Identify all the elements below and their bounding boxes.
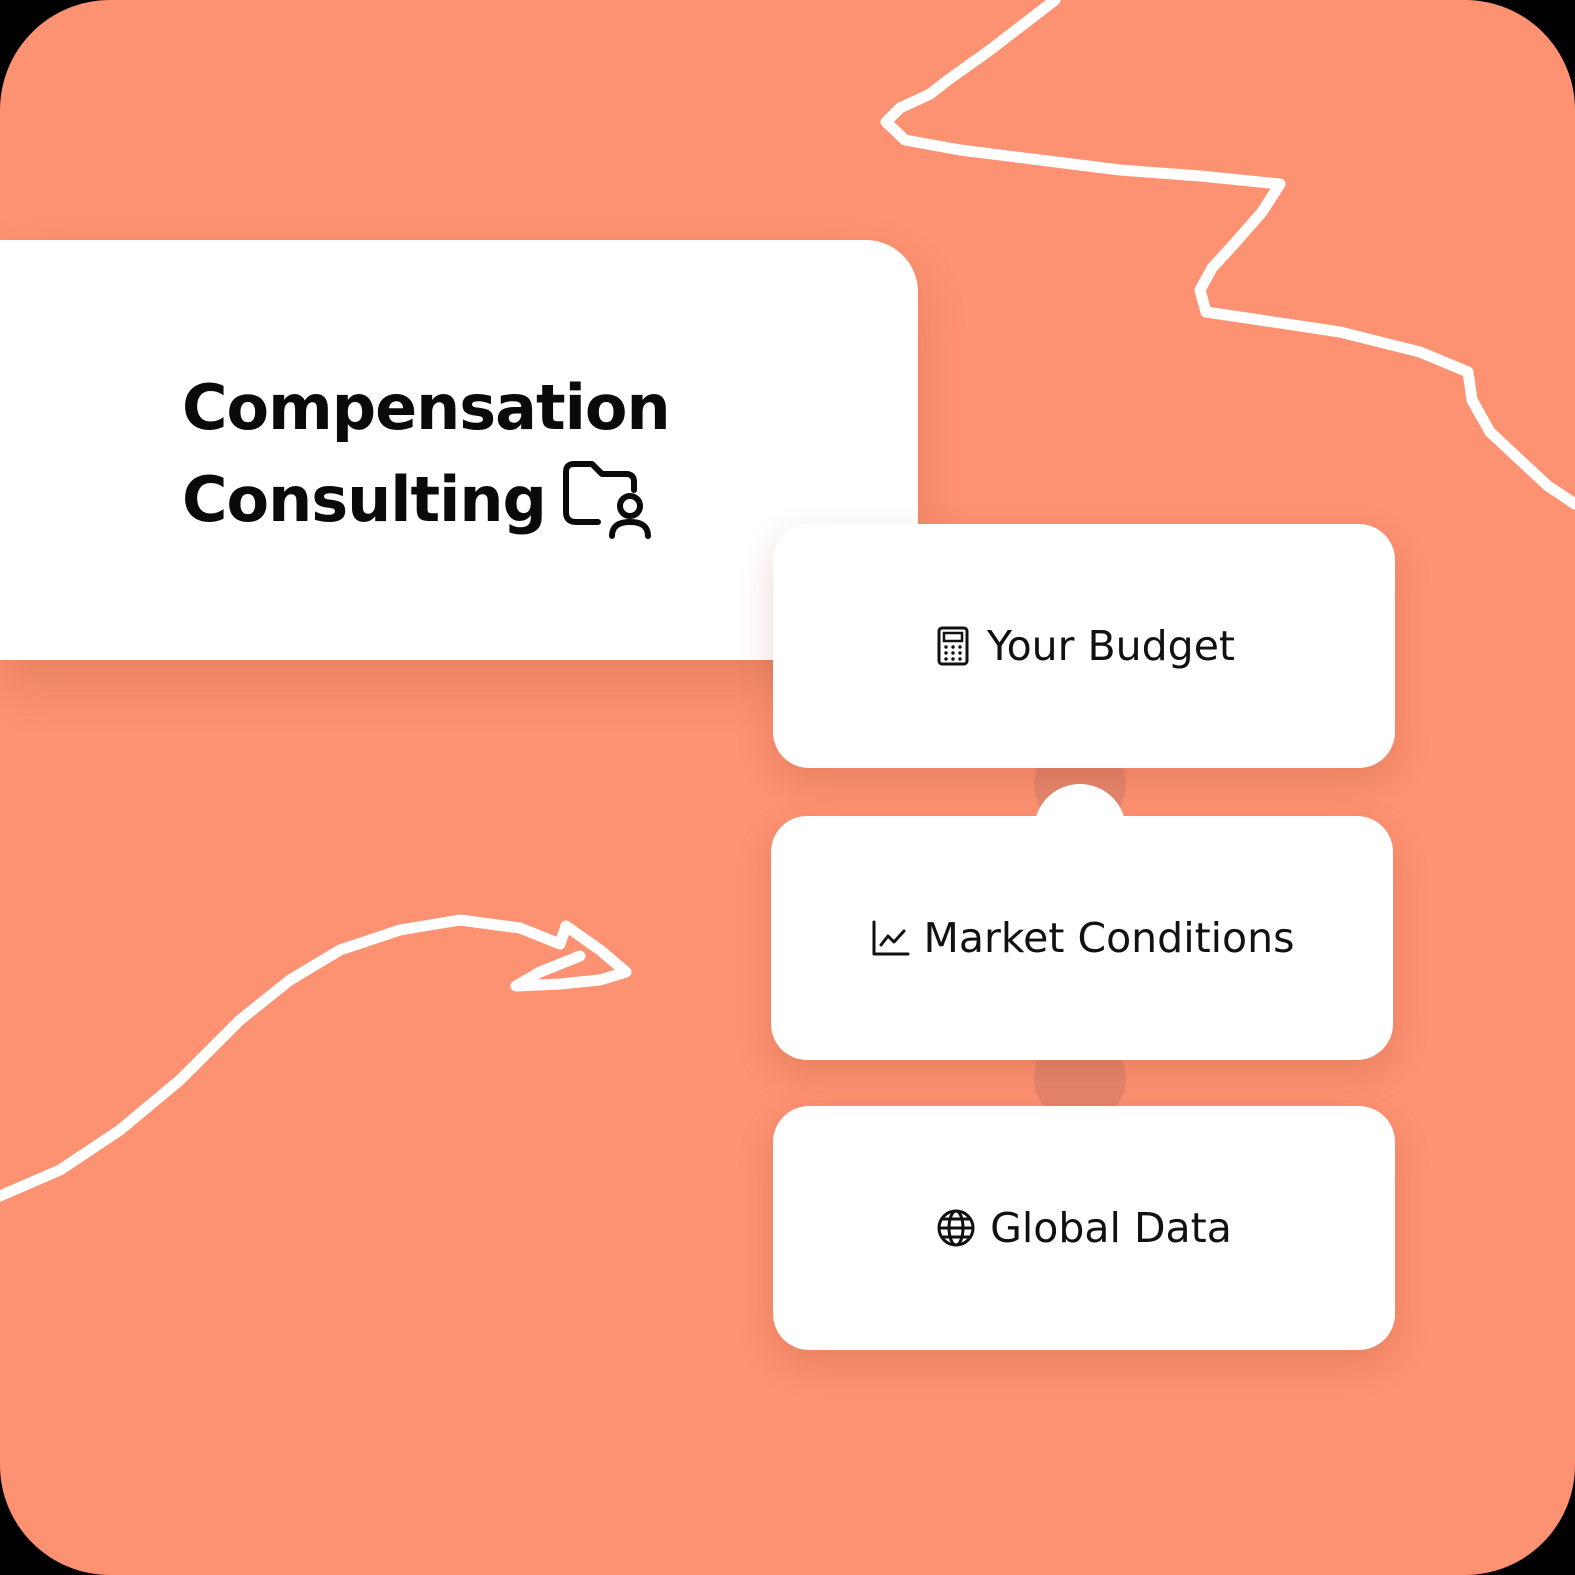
calculator-icon <box>937 626 969 666</box>
top-right-scribble <box>880 0 1575 510</box>
step-label-global: Global Data <box>990 1204 1232 1252</box>
step-label-budget: Your Budget <box>986 622 1236 670</box>
illustration-panel: Compensation Consulting Your Budget Mark… <box>0 0 1575 1575</box>
step-card-global: Global Data <box>773 1106 1395 1350</box>
arrow-scribble <box>0 914 632 1202</box>
step-label-market: Market Conditions <box>923 914 1295 962</box>
line-chart-icon <box>872 920 909 956</box>
step-card-budget: Your Budget <box>773 524 1395 768</box>
globe-icon <box>937 1209 975 1247</box>
folder-user-icon <box>563 461 651 539</box>
title-line-1: Compensation <box>182 371 671 444</box>
step-card-market: Market Conditions <box>771 784 1393 1060</box>
